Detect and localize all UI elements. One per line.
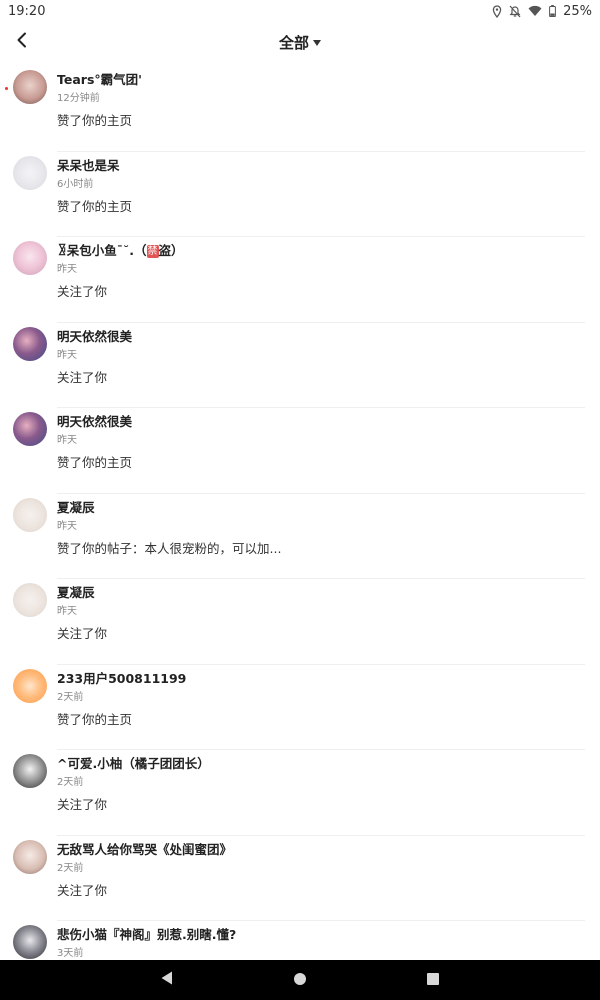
- home-circle-icon: [293, 971, 307, 990]
- timestamp: 2天前: [57, 862, 84, 874]
- nickname-text: 233用户500811199: [57, 670, 187, 686]
- notification-item[interactable]: 明天依然很美昨天赞了你的主页: [0, 408, 600, 494]
- avatar[interactable]: [13, 241, 47, 275]
- action-text[interactable]: 赞了你的帖子：本人很宠粉的，可以加...: [57, 538, 281, 557]
- back-button[interactable]: [8, 28, 36, 56]
- avatar[interactable]: [13, 70, 47, 104]
- timestamp: 12分钟前: [57, 93, 100, 104]
- timestamp: 昨天: [57, 606, 77, 617]
- recents-square-icon: [426, 971, 440, 990]
- battery-percent: 25%: [563, 3, 592, 19]
- caret-down-icon: [313, 40, 321, 46]
- action-text[interactable]: 赞了你的主页: [57, 452, 132, 471]
- nickname-text: 夏凝辰: [57, 499, 95, 515]
- avatar[interactable]: [13, 326, 47, 361]
- nickname-text: 明天依然很美: [57, 328, 133, 344]
- nickname-text: ^可爱.小柚（橘子团团长）: [57, 756, 210, 771]
- action-text[interactable]: 赞了你的主页: [57, 196, 132, 215]
- action-text[interactable]: 赞了你的主页: [57, 110, 132, 129]
- nickname[interactable]: 明天依然很美: [57, 411, 132, 430]
- notification-item[interactable]: 明天依然很美昨天关注了你: [0, 323, 600, 408]
- nickname[interactable]: 夏凝辰: [57, 582, 95, 601]
- filter-dropdown[interactable]: 全部: [260, 22, 340, 62]
- unread-dot: [5, 87, 8, 90]
- nav-home-button[interactable]: [280, 960, 320, 1000]
- nickname[interactable]: 无敌骂人给你骂哭《处闺蜜团》: [57, 839, 232, 858]
- notification-item[interactable]: ^可爱.小柚（橘子团团长） 2天前关注了你: [0, 750, 600, 836]
- avatar[interactable]: [13, 668, 47, 703]
- timestamp: 昨天: [57, 520, 77, 532]
- notifications-screen: 19:20 25% 全部 Tears°霸气团' 12分钟前 赞了你的主页 呆呆也…: [0, 0, 600, 1000]
- header: 全部: [0, 22, 600, 62]
- nickname[interactable]: 悲伤小猫『神阁』别惹.别瞎.懂?: [57, 924, 236, 943]
- nickname[interactable]: 夏凝辰: [57, 497, 95, 516]
- timestamp: 昨天: [57, 349, 77, 361]
- nickname[interactable]: 呆呆也是呆: [57, 155, 120, 174]
- nickname-text: 呆呆也是呆: [57, 157, 120, 173]
- status-time: 19:20: [8, 3, 46, 19]
- nickname[interactable]: ꂣ呆包小鱼ˉ˘.（禁盗）: [57, 240, 184, 259]
- mute-icon: [509, 5, 521, 18]
- back-triangle-icon: [160, 970, 174, 990]
- notification-item[interactable]: 呆呆也是呆 6小时前赞了你的主页: [0, 152, 600, 237]
- avatar[interactable]: [13, 754, 47, 788]
- chevron-left-icon: [16, 32, 28, 52]
- avatar[interactable]: [13, 839, 47, 874]
- action-text[interactable]: 关注了你: [57, 880, 107, 899]
- timestamp: 昨天: [57, 435, 77, 446]
- nav-back-button[interactable]: [147, 960, 187, 1000]
- nickname[interactable]: ^可爱.小柚（橘子团团长）: [57, 753, 210, 772]
- notification-item[interactable]: ꂣ呆包小鱼ˉ˘.（禁盗） 昨天关注了你: [0, 237, 600, 323]
- nickname-text: ꂣ呆包小鱼ˉ˘.（: [57, 243, 147, 258]
- action-text[interactable]: 关注了你: [57, 281, 107, 300]
- avatar[interactable]: [13, 412, 47, 446]
- nickname-text: 悲伤小猫『神阁』别惹.别瞎.懂?: [57, 927, 237, 942]
- notification-item[interactable]: 夏凝辰昨天赞了你的帖子：本人很宠粉的，可以加...: [0, 494, 600, 579]
- action-text[interactable]: 关注了你: [57, 367, 107, 386]
- action-text[interactable]: 赞了你的主页: [57, 709, 132, 728]
- notification-list[interactable]: Tears°霸气团' 12分钟前 赞了你的主页 呆呆也是呆 6小时前 赞了你的主页 ꂣ呆包小…: [0, 66, 600, 960]
- nickname[interactable]: 233用户500811199: [57, 668, 186, 687]
- nickname-tail: 盗）: [158, 243, 184, 258]
- nickname-text: 明天依然很美: [57, 414, 133, 429]
- avatar[interactable]: [13, 497, 47, 532]
- timestamp: 2天前: [57, 691, 84, 703]
- timestamp: 2天前: [57, 777, 84, 788]
- timestamp: 昨天: [57, 264, 77, 275]
- timestamp: 3天前: [57, 948, 84, 959]
- wifi-icon: [528, 5, 542, 17]
- action-text[interactable]: 关注了你: [57, 623, 107, 642]
- notification-item[interactable]: 夏凝辰 昨天 关注了你: [0, 579, 600, 665]
- nickname-text: Tears°霸气团': [57, 72, 142, 87]
- notification-item[interactable]: 233用户500811199 2天前赞了你的主页: [0, 665, 600, 750]
- nickname-text: 夏凝辰: [57, 585, 95, 600]
- avatar[interactable]: [13, 583, 47, 617]
- avatar[interactable]: [13, 925, 47, 959]
- notification-item[interactable]: 无敌骂人给你骂哭《处闺蜜团》 2天前关注了你: [0, 836, 600, 921]
- filter-label: 全部: [278, 33, 309, 52]
- nav-recents-button[interactable]: [413, 960, 453, 1000]
- system-nav-bar: [0, 960, 600, 1000]
- notification-item[interactable]: 悲伤小猫『神阁』别惹.别瞎.懂? 3天前: [0, 921, 600, 960]
- location-icon: [492, 4, 502, 18]
- status-bar: 19:20 25%: [0, 0, 600, 22]
- notification-item[interactable]: Tears°霸气团' 12分钟前赞了你的主页: [0, 66, 600, 152]
- nickname[interactable]: 明天依然很美: [57, 326, 132, 345]
- nickname-text: 无敌骂人给你骂哭《处闺蜜团》: [57, 841, 233, 857]
- action-text[interactable]: 关注了你: [57, 794, 107, 813]
- ban-tag: 禁: [146, 245, 159, 258]
- nickname[interactable]: Tears°霸气团': [57, 69, 142, 88]
- status-icons: 25%: [492, 4, 592, 19]
- battery-icon: [549, 5, 556, 17]
- timestamp: 6小时前: [57, 178, 94, 190]
- avatar[interactable]: [13, 155, 47, 190]
